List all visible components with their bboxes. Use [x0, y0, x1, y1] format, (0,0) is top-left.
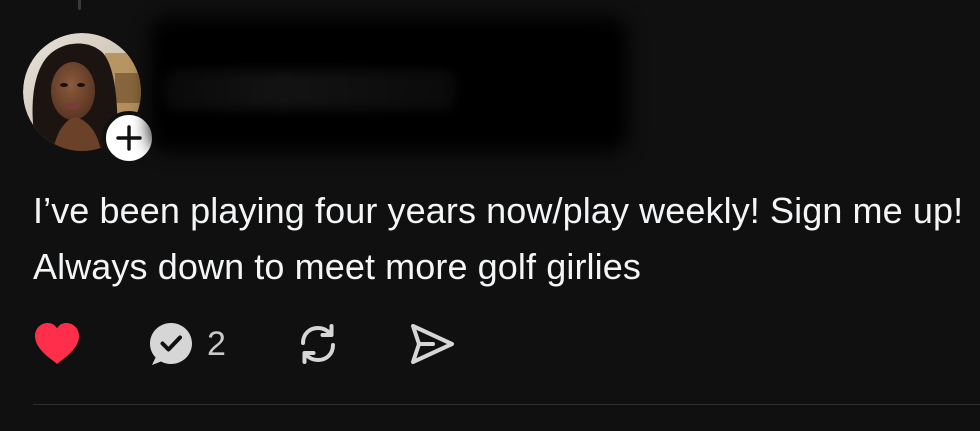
share-button[interactable] — [409, 318, 455, 370]
heart-filled-icon — [35, 323, 79, 364]
follow-button[interactable] — [102, 111, 156, 165]
repost-icon — [301, 324, 335, 364]
post-divider — [33, 404, 980, 405]
reply-button[interactable]: 2 — [147, 318, 226, 370]
post-text: I’ve been playing four years now/play we… — [33, 190, 964, 287]
redacted-username-shadow — [165, 70, 455, 110]
thread-line — [78, 0, 81, 10]
like-button[interactable] — [33, 318, 81, 370]
reply-count: 2 — [207, 325, 226, 363]
avatar-container[interactable] — [23, 33, 156, 165]
send-icon — [411, 324, 454, 364]
plus-icon — [116, 125, 142, 151]
repost-button[interactable] — [295, 318, 341, 370]
reply-bubble-icon — [150, 323, 192, 365]
